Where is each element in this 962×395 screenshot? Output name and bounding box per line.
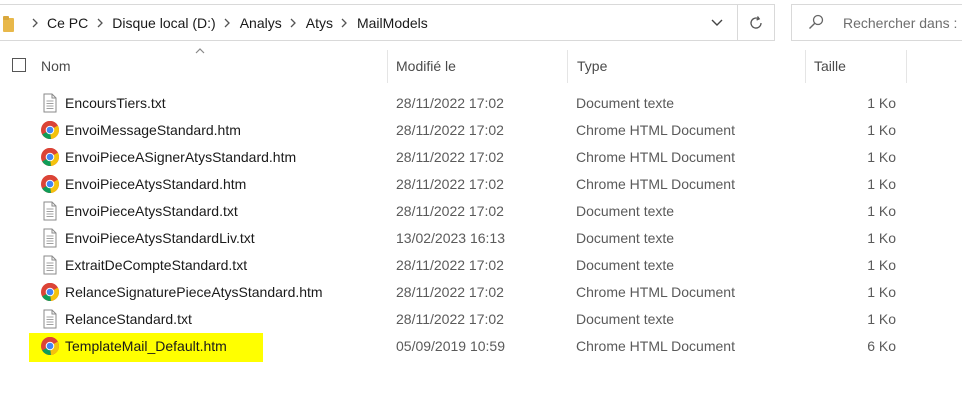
file-type: Chrome HTML Document (576, 149, 735, 165)
breadcrumb: Ce PC Disque local (D:) Analys Atys Mail… (24, 5, 429, 40)
breadcrumb-ce-pc[interactable]: Ce PC (46, 15, 89, 31)
breadcrumb-mailmodels[interactable]: MailModels (356, 15, 429, 31)
file-size: 1 Ko (867, 203, 896, 219)
file-name[interactable]: EnvoiPieceASignerAtysStandard.htm (65, 149, 296, 165)
file-row[interactable]: EnvoiPieceAtysStandard.htm 28/11/2022 17:… (0, 171, 962, 198)
file-row[interactable]: EnvoiPieceAtysStandard.txt 28/11/2022 17:… (0, 198, 962, 225)
breadcrumb-atys[interactable]: Atys (305, 15, 334, 31)
text-file-icon (40, 201, 60, 221)
file-type: Document texte (576, 203, 675, 219)
breadcrumb-analys[interactable]: Analys (239, 15, 283, 31)
file-name[interactable]: EncoursTiers.txt (65, 95, 166, 111)
file-name[interactable]: EnvoiPieceAtysStandardLiv.txt (65, 230, 255, 246)
file-type: Chrome HTML Document (576, 176, 735, 192)
file-row[interactable]: EnvoiPieceAtysStandardLiv.txt 13/02/2023 … (0, 225, 962, 252)
address-history-button[interactable] (700, 5, 734, 40)
breadcrumb-disque-local[interactable]: Disque local (D:) (111, 15, 216, 31)
search-input[interactable]: Rechercher dans : (843, 15, 957, 31)
file-size: 1 Ko (867, 230, 896, 246)
file-modified: 28/11/2022 17:02 (396, 311, 504, 327)
column-divider[interactable] (805, 50, 806, 83)
chrome-icon (40, 120, 60, 140)
file-type: Chrome HTML Document (576, 338, 735, 354)
file-size: 1 Ko (867, 122, 896, 138)
file-type: Chrome HTML Document (576, 122, 735, 138)
file-size: 1 Ko (867, 176, 896, 192)
file-size: 6 Ko (867, 338, 896, 354)
file-modified: 28/11/2022 17:02 (396, 203, 504, 219)
file-name[interactable]: RelanceSignaturePieceAtysStandard.htm (65, 284, 323, 300)
file-row[interactable]: ExtraitDeCompteStandard.txt 28/11/2022 17… (0, 252, 962, 279)
chevron-right-icon[interactable] (283, 18, 305, 28)
column-type[interactable]: Type (577, 58, 607, 74)
file-name[interactable]: TemplateMail_Default.htm (65, 338, 227, 354)
search-icon (809, 14, 824, 29)
column-header: Nom Modifié le Type Taille (0, 48, 962, 83)
text-file-icon (40, 309, 60, 329)
column-divider[interactable] (567, 50, 568, 83)
file-row[interactable]: EncoursTiers.txt 28/11/2022 17:02 Document… (0, 90, 962, 117)
column-divider[interactable] (387, 50, 388, 83)
text-file-icon (40, 228, 60, 248)
file-modified: 28/11/2022 17:02 (396, 176, 504, 192)
file-name[interactable]: EnvoiPieceAtysStandard.txt (65, 203, 238, 219)
chrome-icon (40, 147, 60, 167)
sort-ascending-icon (195, 48, 205, 54)
search-box[interactable]: Rechercher dans : (791, 4, 962, 41)
file-size: 1 Ko (867, 95, 896, 111)
file-modified: 28/11/2022 17:02 (396, 257, 504, 273)
text-file-icon (40, 93, 60, 113)
file-modified: 28/11/2022 17:02 (396, 122, 504, 138)
column-size[interactable]: Taille (814, 58, 846, 74)
chevron-right-icon[interactable] (334, 18, 356, 28)
file-modified: 28/11/2022 17:02 (396, 95, 504, 111)
chevron-right-icon[interactable] (89, 18, 111, 28)
file-modified: 05/09/2019 10:59 (396, 338, 505, 354)
chrome-icon (40, 282, 60, 302)
file-type: Chrome HTML Document (576, 284, 735, 300)
file-modified: 28/11/2022 17:02 (396, 149, 504, 165)
chrome-icon (40, 174, 60, 194)
address-bar[interactable]: Ce PC Disque local (D:) Analys Atys Mail… (0, 4, 775, 41)
select-all-checkbox[interactable] (12, 58, 26, 72)
file-name[interactable]: EnvoiMessageStandard.htm (65, 122, 241, 138)
file-row[interactable]: EnvoiPieceASignerAtysStandard.htm 28/11/2… (0, 144, 962, 171)
file-size: 1 Ko (867, 311, 896, 327)
file-list: EncoursTiers.txt 28/11/2022 17:02 Document… (0, 90, 962, 362)
file-row[interactable]: EnvoiMessageStandard.htm 28/11/2022 17:02… (0, 117, 962, 144)
file-size: 1 Ko (867, 257, 896, 273)
file-type: Document texte (576, 230, 675, 246)
chevron-right-icon[interactable] (217, 18, 239, 28)
file-name[interactable]: RelanceStandard.txt (65, 311, 192, 327)
file-modified: 28/11/2022 17:02 (396, 284, 504, 300)
column-divider[interactable] (906, 50, 907, 83)
file-type: Document texte (576, 311, 675, 327)
file-name[interactable]: EnvoiPieceAtysStandard.htm (65, 176, 246, 192)
column-modified[interactable]: Modifié le (396, 58, 456, 74)
file-name[interactable]: ExtraitDeCompteStandard.txt (65, 257, 247, 273)
folder-icon (3, 16, 14, 32)
chevron-down-icon (711, 19, 723, 26)
text-file-icon (40, 255, 60, 275)
file-type: Document texte (576, 95, 675, 111)
file-modified: 13/02/2023 16:13 (396, 230, 505, 246)
refresh-button[interactable] (737, 5, 774, 40)
refresh-icon (750, 15, 762, 29)
column-name[interactable]: Nom (41, 58, 71, 74)
file-row[interactable]: TemplateMail_Default.htm 05/09/2019 10:59… (0, 333, 962, 362)
file-row[interactable]: RelanceStandard.txt 28/11/2022 17:02 Docum… (0, 306, 962, 333)
file-size: 1 Ko (867, 149, 896, 165)
file-size: 1 Ko (867, 284, 896, 300)
file-type: Document texte (576, 257, 675, 273)
chrome-icon (40, 336, 60, 356)
file-row[interactable]: RelanceSignaturePieceAtysStandard.htm 28/… (0, 279, 962, 306)
chevron-right-icon[interactable] (24, 18, 46, 28)
